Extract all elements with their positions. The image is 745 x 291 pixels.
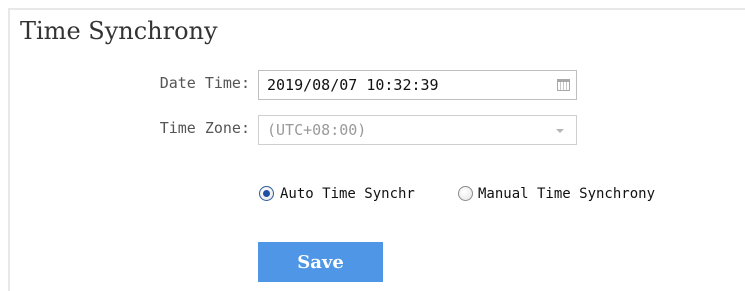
time-zone-value: (UTC+08:00) [267,121,367,139]
calendar-icon[interactable] [557,79,570,91]
chevron-down-icon [556,129,564,133]
time-zone-select[interactable]: (UTC+08:00) [258,115,577,145]
manual-sync-radio[interactable] [458,186,473,201]
time-zone-label: Time Zone: [159,119,250,137]
page-title: Time Synchrony [20,17,218,45]
auto-sync-radio[interactable] [259,186,274,201]
manual-sync-label[interactable]: Manual Time Synchrony [478,186,655,202]
date-time-value: 2019/08/07 10:32:39 [267,76,439,94]
date-time-label: Date Time: [159,74,250,92]
sync-mode-radio-group: Auto Time Synchr Manual Time Synchrony [259,183,655,205]
save-button[interactable]: Save [258,242,383,282]
auto-sync-label[interactable]: Auto Time Synchr [280,186,457,202]
date-time-field[interactable]: 2019/08/07 10:32:39 [258,70,577,100]
